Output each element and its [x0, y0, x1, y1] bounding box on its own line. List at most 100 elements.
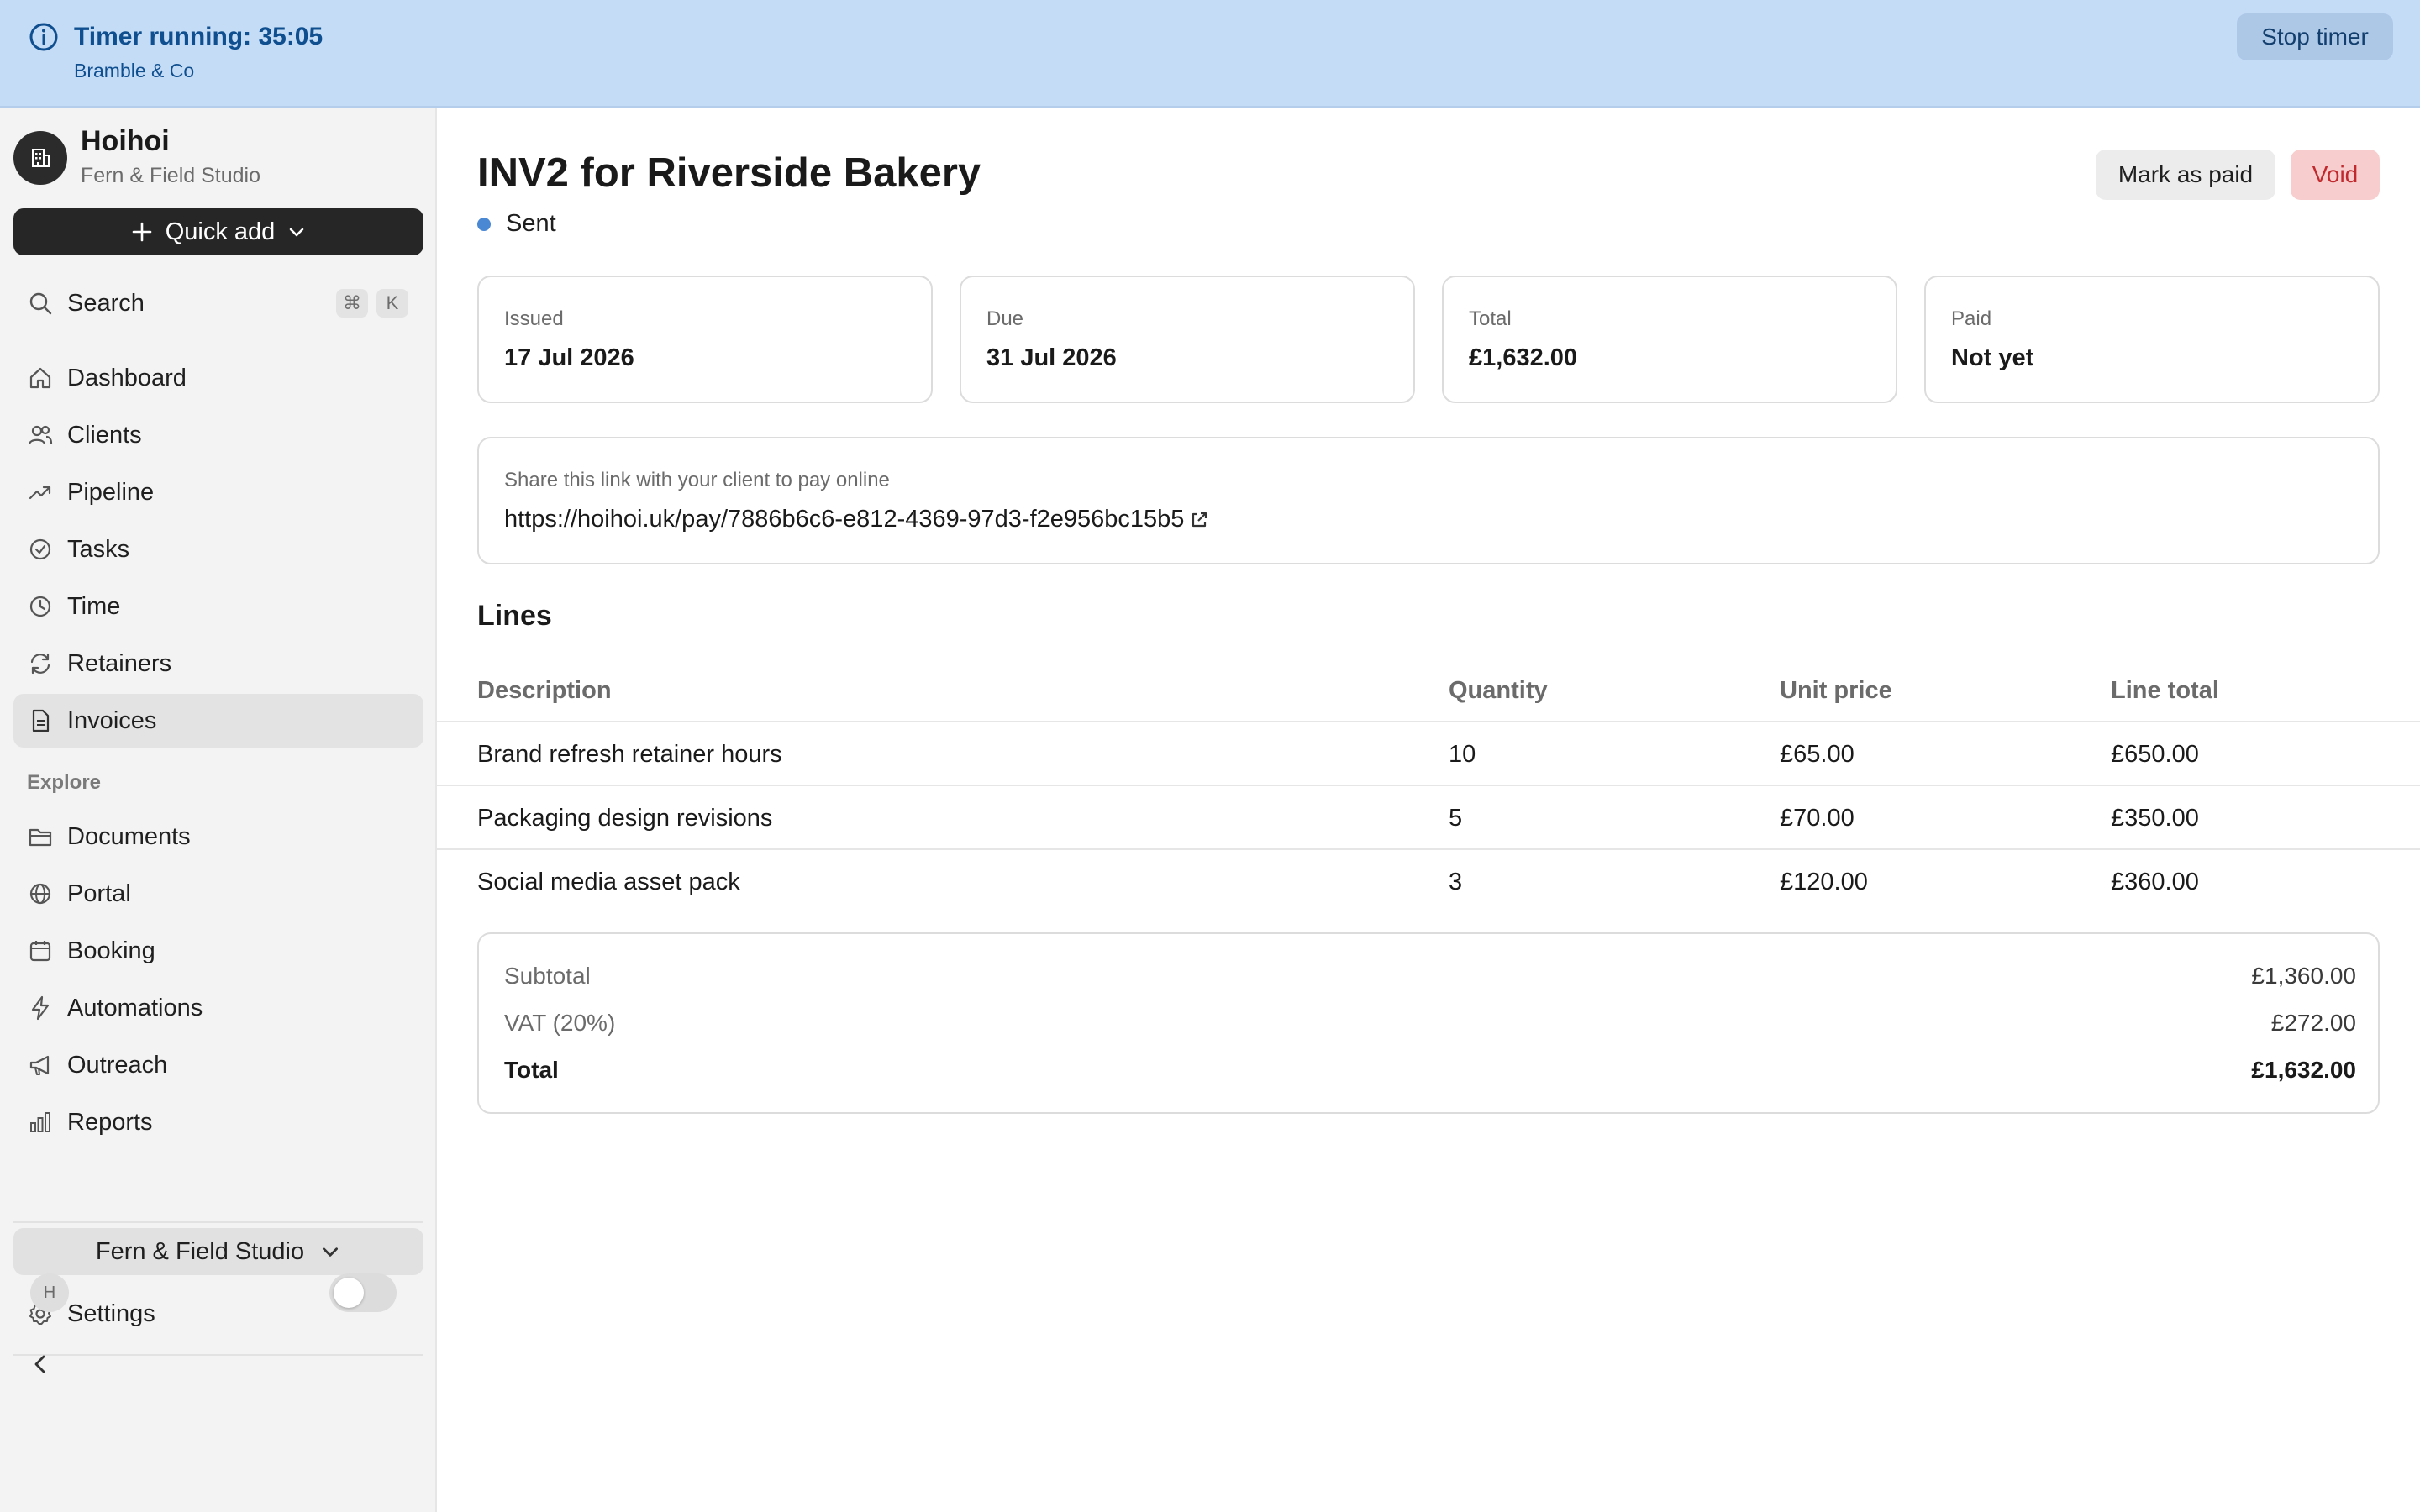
line-unit-price: £65.00	[1780, 741, 1854, 768]
folder-icon	[29, 828, 52, 847]
column-header-line-total: Line total	[2111, 677, 2219, 704]
sidebar-item-reports[interactable]: Reports	[13, 1095, 424, 1149]
sidebar-item-booking[interactable]: Booking	[13, 924, 424, 978]
sidebar-item-automations[interactable]: Automations	[13, 981, 424, 1035]
search-label: Search	[67, 289, 145, 317]
refresh-icon	[30, 653, 50, 675]
check-circle-icon	[29, 538, 51, 560]
clock-icon	[29, 596, 51, 617]
sidebar-item-pipeline[interactable]: Pipeline	[13, 465, 424, 519]
table-row: Brand refresh retainer hours 10 £65.00 £…	[437, 722, 2420, 786]
issued-label: Issued	[504, 307, 564, 330]
sidebar-item-documents[interactable]: Documents	[13, 810, 424, 864]
sidebar-item-outreach[interactable]: Outreach	[13, 1038, 424, 1092]
paid-card: Paid Not yet	[1924, 276, 2380, 403]
search-button[interactable]: Search ⌘ K	[13, 279, 424, 328]
zap-icon	[31, 995, 50, 1021]
sidebar-item-label: Booking	[67, 937, 155, 964]
globe-icon	[29, 883, 51, 905]
status-text: Sent	[506, 210, 556, 237]
issued-card: Issued 17 Jul 2026	[477, 276, 933, 403]
search-icon	[29, 292, 52, 315]
sidebar-item-label: Automations	[67, 994, 203, 1021]
line-quantity: 3	[1449, 869, 1463, 895]
mark-as-paid-button[interactable]: Mark as paid	[2096, 150, 2275, 200]
vat-label: VAT (20%)	[504, 1010, 616, 1036]
workspace-logo	[13, 131, 67, 185]
app-name: Hoihoi	[81, 125, 170, 157]
calendar-icon	[29, 941, 51, 962]
trending-up-icon	[29, 486, 51, 500]
info-icon	[29, 23, 58, 51]
line-description: Packaging design revisions	[477, 805, 773, 832]
sidebar-item-label: Dashboard	[67, 364, 187, 391]
total-card: Total £1,632.00	[1442, 276, 1897, 403]
due-value: 31 Jul 2026	[986, 344, 1117, 371]
quick-add-label: Quick add	[165, 218, 276, 245]
subtotal-value: £1,360.00	[2251, 963, 2356, 989]
table-header: Description Quantity Unit price Line tot…	[437, 659, 2420, 722]
line-description: Brand refresh retainer hours	[477, 741, 782, 768]
quick-add-button[interactable]: Quick add	[13, 208, 424, 255]
sidebar-item-label: Clients	[67, 421, 142, 449]
chevron-down-icon	[289, 228, 304, 237]
paid-label: Paid	[1951, 307, 1992, 330]
sidebar-item-time[interactable]: Time	[13, 580, 424, 633]
subtotal-row: Subtotal £1,360.00	[504, 959, 2356, 993]
total-label: Total	[1469, 307, 1512, 330]
sidebar-item-label: Tasks	[67, 535, 130, 563]
sidebar-item-clients[interactable]: Clients	[13, 408, 424, 462]
paid-value: Not yet	[1951, 344, 2034, 371]
line-total: £360.00	[2111, 869, 2199, 895]
line-unit-price: £70.00	[1780, 805, 1854, 832]
avatar[interactable]: H	[30, 1273, 69, 1312]
sidebar-item-label: Pipeline	[67, 478, 155, 506]
sidebar-divider	[13, 1221, 424, 1223]
vat-row: VAT (20%) £272.00	[504, 1006, 2356, 1040]
sidebar-item-label: Outreach	[67, 1051, 168, 1079]
status-dot	[477, 217, 491, 231]
void-button[interactable]: Void	[2291, 150, 2380, 200]
file-text-icon	[32, 709, 50, 732]
sidebar-item-label: Invoices	[67, 706, 157, 734]
sidebar-item-dashboard[interactable]: Dashboard	[13, 351, 424, 405]
table-row: Packaging design revisions 5 £70.00 £350…	[437, 786, 2420, 850]
column-header-description: Description	[477, 677, 612, 704]
workspace-switcher-label: Fern & Field Studio	[95, 1237, 305, 1265]
line-total: £350.00	[2111, 805, 2199, 832]
timer-banner: Timer running: 35:05 Bramble & Co Stop t…	[0, 0, 2420, 108]
timer-client-name: Bramble & Co	[74, 60, 195, 81]
sidebar-item-tasks[interactable]: Tasks	[13, 522, 424, 576]
chevron-down-icon	[323, 1247, 339, 1257]
workspace-switcher-button[interactable]: Fern & Field Studio	[13, 1228, 424, 1275]
page-title: INV2 for Riverside Bakery	[477, 150, 981, 196]
line-unit-price: £120.00	[1780, 869, 1868, 895]
grand-total-row: Total £1,632.00	[504, 1053, 2356, 1087]
payment-link-url[interactable]: https://hoihoi.uk/pay/7886b6c6-e812-4369…	[504, 506, 1184, 533]
explore-section-label: Explore	[27, 771, 102, 794]
line-quantity: 10	[1449, 741, 1476, 768]
building-icon	[32, 149, 50, 167]
subtotal-label: Subtotal	[504, 963, 591, 989]
sidebar-item-retainers[interactable]: Retainers	[13, 637, 424, 690]
sidebar-item-label: Portal	[67, 879, 131, 907]
shortcut-cmd-key: ⌘	[336, 289, 368, 318]
chevron-left-icon[interactable]	[27, 1351, 54, 1378]
totals-summary: Subtotal £1,360.00 VAT (20%) £272.00 Tot…	[477, 932, 2380, 1114]
due-card: Due 31 Jul 2026	[960, 276, 1415, 403]
line-description: Social media asset pack	[477, 869, 740, 895]
theme-toggle[interactable]	[329, 1273, 397, 1312]
column-header-unit-price: Unit price	[1780, 677, 1892, 704]
grand-total-label: Total	[504, 1057, 559, 1083]
status-badge: Sent	[477, 210, 556, 238]
sidebar: Hoihoi Fern & Field Studio Quick add Sea…	[0, 108, 437, 1512]
sidebar-item-portal[interactable]: Portal	[13, 867, 424, 921]
payment-link[interactable]: https://hoihoi.uk/pay/7886b6c6-e812-4369…	[504, 506, 1209, 533]
table-row: Social media asset pack 3 £120.00 £360.0…	[437, 850, 2420, 914]
issued-value: 17 Jul 2026	[504, 344, 634, 371]
stop-timer-button[interactable]: Stop timer	[2237, 13, 2393, 60]
total-value: £1,632.00	[1469, 344, 1578, 371]
sidebar-item-label: Settings	[67, 1299, 155, 1327]
sidebar-item-invoices[interactable]: Invoices	[13, 694, 424, 748]
megaphone-icon	[29, 1055, 50, 1075]
